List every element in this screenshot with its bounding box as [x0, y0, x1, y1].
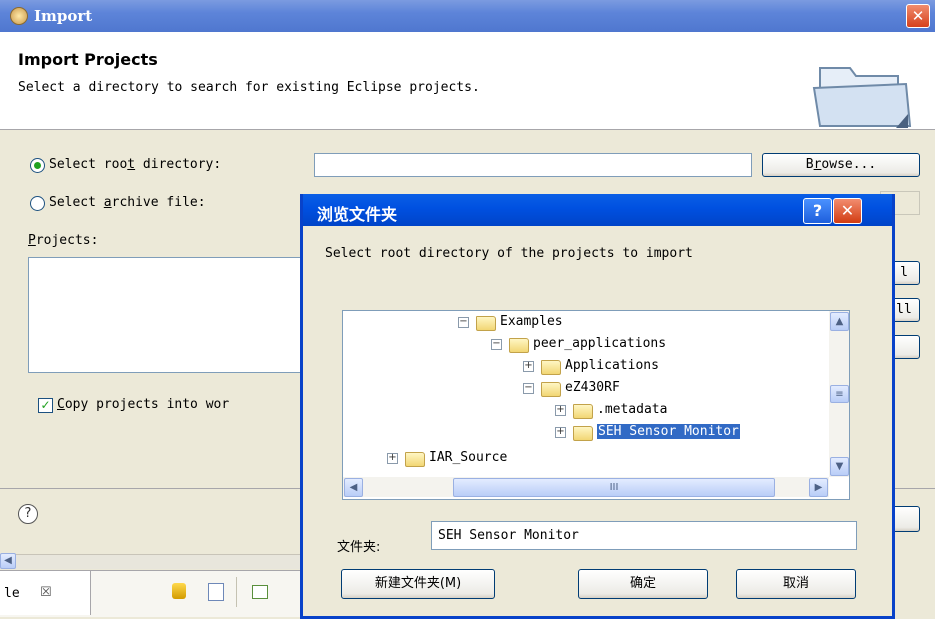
scroll-right-icon[interactable]: ▶: [809, 478, 828, 497]
wizard-title: Import Projects: [18, 50, 158, 69]
vscroll-thumb[interactable]: ≡: [830, 385, 849, 403]
window-titlebar: Import ✕: [0, 0, 935, 32]
folder-icon: [573, 404, 593, 419]
window-title: Import: [34, 7, 93, 25]
tree-node-label: Examples: [500, 314, 563, 329]
help-icon[interactable]: ?: [18, 504, 38, 524]
lock-icon[interactable]: [172, 583, 186, 599]
tree-node-label: .metadata: [597, 402, 668, 417]
folder-icon: [573, 426, 593, 441]
dialog-title: 浏览文件夹: [317, 205, 398, 224]
select-archive-file-label: Select archive file:: [49, 195, 206, 210]
tree-node-label: IAR_Source: [429, 450, 508, 465]
clear-console-icon[interactable]: [208, 583, 224, 601]
hscroll-thumb[interactable]: III: [453, 478, 775, 497]
scroll-up-icon[interactable]: ▲: [830, 312, 849, 331]
tree-node-label: SEH Sensor Monitor: [597, 424, 740, 439]
view-tab-close-icon[interactable]: ☒: [40, 585, 52, 600]
dialog-body: Select root directory of the projects to…: [303, 226, 892, 616]
view-tab-label: le: [4, 586, 20, 601]
root-directory-input[interactable]: [314, 153, 752, 177]
projects-list[interactable]: [28, 257, 305, 373]
tree-hscrollbar[interactable]: ◀ III ▶: [343, 477, 829, 497]
collapse-icon[interactable]: −: [523, 383, 534, 394]
dialog-help-button[interactable]: ?: [803, 198, 832, 224]
folder-banner-icon: [812, 67, 912, 128]
folder-label: 文件夹:: [337, 540, 381, 555]
workbench-scrollbar[interactable]: ◀: [0, 553, 300, 569]
window-close-button[interactable]: ✕: [906, 4, 930, 28]
tree-node-label: Applications: [565, 358, 659, 373]
projects-label: Projects:: [28, 233, 99, 248]
folder-icon: [509, 338, 529, 353]
select-archive-file-radio[interactable]: [30, 196, 45, 211]
browse-folder-dialog: 浏览文件夹 ? ✕ Select root directory of the p…: [300, 194, 895, 619]
folder-icon: [541, 360, 561, 375]
ok-button[interactable]: 确定: [578, 569, 708, 599]
workbench-tab-strip: le ☒: [0, 570, 300, 617]
eclipse-icon: [10, 7, 28, 25]
dialog-titlebar: 浏览文件夹 ? ✕: [303, 194, 892, 226]
browse-button[interactable]: Browse...: [762, 153, 920, 177]
folder-icon: [476, 316, 496, 331]
wizard-subtitle: Select a directory to search for existin…: [18, 80, 480, 95]
collapse-icon[interactable]: −: [491, 339, 502, 350]
tree-vscrollbar[interactable]: ▲ ≡ ▼: [829, 311, 849, 477]
expand-icon[interactable]: +: [387, 453, 398, 464]
expand-icon[interactable]: +: [555, 405, 566, 416]
copy-projects-label: Copy projects into wor: [57, 397, 230, 412]
folder-icon: [405, 452, 425, 467]
select-root-directory-radio[interactable]: [30, 158, 45, 173]
collapse-icon[interactable]: −: [458, 317, 469, 328]
expand-icon[interactable]: +: [555, 427, 566, 438]
tree-node-label: peer_applications: [533, 336, 667, 351]
toolbar-divider: [236, 577, 237, 607]
new-console-icon[interactable]: [252, 585, 268, 599]
scroll-left-icon[interactable]: ◀: [0, 553, 16, 569]
tree-node-label: eZ430RF: [565, 380, 620, 395]
wizard-header: Import Projects Select a directory to se…: [0, 32, 935, 130]
folder-input[interactable]: SEH Sensor Monitor: [431, 521, 857, 550]
new-folder-button[interactable]: 新建文件夹(M): [341, 569, 495, 599]
dialog-prompt: Select root directory of the projects to…: [325, 246, 693, 261]
expand-icon[interactable]: +: [523, 361, 534, 372]
scroll-down-icon[interactable]: ▼: [830, 457, 849, 476]
scroll-left-icon[interactable]: ◀: [344, 478, 363, 497]
cancel-button[interactable]: 取消: [736, 569, 856, 599]
folder-icon: [541, 382, 561, 397]
select-root-directory-label: Select root directory:: [49, 157, 222, 172]
view-tab[interactable]: le ☒: [0, 571, 91, 615]
folder-tree[interactable]: − Examples − peer_applications + Applications…: [342, 310, 850, 500]
dialog-close-button[interactable]: ✕: [833, 198, 862, 224]
copy-projects-checkbox[interactable]: ✓: [38, 398, 53, 413]
